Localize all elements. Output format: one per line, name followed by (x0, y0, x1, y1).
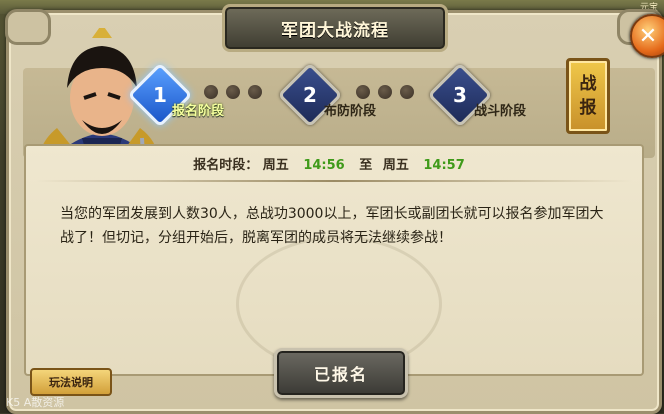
close-icon: ✕ (638, 23, 658, 49)
progress-dot (356, 85, 370, 99)
battle-report-char-2: 报 (579, 98, 597, 118)
step-3-label: 战斗阶段 (474, 104, 527, 119)
rules-button[interactable]: 玩法说明 (30, 368, 112, 396)
start-time: 14:56 (303, 158, 345, 173)
signed-up-button[interactable]: 已报名 (274, 348, 408, 398)
end-time: 14:57 (423, 158, 465, 173)
description-text: 当您的军团发展到人数30人，总战功3000以上，军团长或副团长就可以报名参加军团… (60, 206, 604, 246)
progress-dot (378, 85, 392, 99)
step-2-label: 布防阶段 (324, 104, 377, 119)
end-day: 周五 (382, 158, 409, 173)
signup-time-label: 报名时段： (193, 158, 259, 173)
time-separator: 至 (359, 158, 373, 173)
divider (36, 180, 632, 182)
battle-report-button[interactable]: 战 报 (566, 58, 610, 134)
rules-label: 玩法说明 (49, 376, 93, 389)
signed-up-label: 已报名 (313, 365, 368, 384)
watermark-text: K5 A散资源 (6, 396, 65, 409)
signup-time-row: 报名时段： 周五 14:56 至 周五 14:57 (26, 154, 642, 173)
progress-dot (226, 85, 240, 99)
step-1-label: 报名阶段 (172, 104, 225, 119)
start-day: 周五 (262, 158, 289, 173)
info-content-box: 报名时段： 周五 14:56 至 周五 14:57 当您的军团发展到人数30人，… (24, 144, 644, 376)
title-plate: 军团大战流程 (222, 4, 448, 52)
progress-dot (248, 85, 262, 99)
panel-title: 军团大战流程 (281, 20, 389, 41)
progress-dot (400, 85, 414, 99)
progress-dot (204, 85, 218, 99)
battle-report-char-1: 战 (579, 74, 597, 94)
